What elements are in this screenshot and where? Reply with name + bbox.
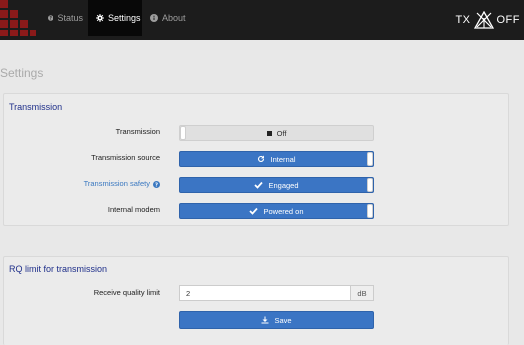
- stop-square-icon: [266, 130, 272, 136]
- transmission-heading: Transmission: [9, 102, 63, 112]
- top-navbar: ? Status Settings About TX OFF: [0, 0, 524, 40]
- toggle-knob: [180, 126, 186, 140]
- rq-limit-heading: RQ limit for transmission: [9, 264, 108, 274]
- save-button[interactable]: Save: [179, 311, 374, 329]
- internal-modem-value: Powered on: [263, 206, 304, 216]
- page-title: Settings: [0, 66, 44, 80]
- transmission-safety-value: Engaged: [268, 180, 299, 190]
- receive-quality-label: Receive quality limit: [93, 288, 160, 297]
- transmission-source-label: Transmission source: [91, 153, 160, 162]
- tab-settings-label: Settings: [108, 13, 141, 23]
- toggle-knob: [367, 178, 373, 192]
- tx-status[interactable]: TX OFF: [455, 10, 520, 30]
- toggle-knob: [367, 204, 373, 218]
- receive-quality-input[interactable]: [179, 285, 350, 301]
- check-icon: [249, 207, 259, 215]
- transmission-source-value: Internal: [270, 154, 296, 164]
- logo[interactable]: [0, 0, 36, 36]
- question-circle-icon[interactable]: ?: [153, 180, 160, 188]
- info-circle-icon: [150, 14, 158, 22]
- tab-about-label: About: [162, 13, 186, 23]
- internal-modem-toggle[interactable]: Powered on: [179, 203, 374, 219]
- gear-icon: [96, 14, 104, 22]
- svg-text:?: ?: [155, 182, 158, 188]
- download-icon: [261, 316, 269, 324]
- refresh-icon: [258, 155, 265, 163]
- transmission-value: Off: [276, 128, 287, 138]
- tx-state: OFF: [496, 14, 520, 26]
- transmission-panel: Transmission Transmission Off Transmissi…: [3, 93, 509, 226]
- save-button-label: Save: [274, 315, 292, 325]
- check-icon: [254, 181, 264, 189]
- transmission-toggle[interactable]: Off: [179, 125, 374, 141]
- tx-label: TX: [455, 14, 471, 26]
- transmission-safety-label[interactable]: Transmission safety?: [84, 179, 160, 188]
- tab-status[interactable]: ? Status: [41, 0, 83, 36]
- tab-about[interactable]: About: [144, 0, 189, 36]
- receive-quality-group: dB: [179, 285, 374, 301]
- tab-settings[interactable]: Settings: [88, 0, 142, 36]
- tab-status-label: Status: [57, 13, 83, 23]
- transmission-source-toggle[interactable]: Internal: [179, 151, 374, 167]
- transmission-safety-label-text: Transmission safety: [83, 179, 150, 188]
- internal-modem-label: Internal modem: [107, 205, 160, 214]
- transmission-label: Transmission: [115, 127, 160, 136]
- tx-off-icon: [473, 11, 494, 29]
- unit-addon: dB: [350, 285, 374, 301]
- question-circle-icon: ?: [48, 15, 54, 21]
- transmission-safety-toggle[interactable]: Engaged: [179, 177, 374, 193]
- toggle-knob: [367, 152, 373, 166]
- rq-limit-panel: RQ limit for transmission Receive qualit…: [3, 256, 509, 345]
